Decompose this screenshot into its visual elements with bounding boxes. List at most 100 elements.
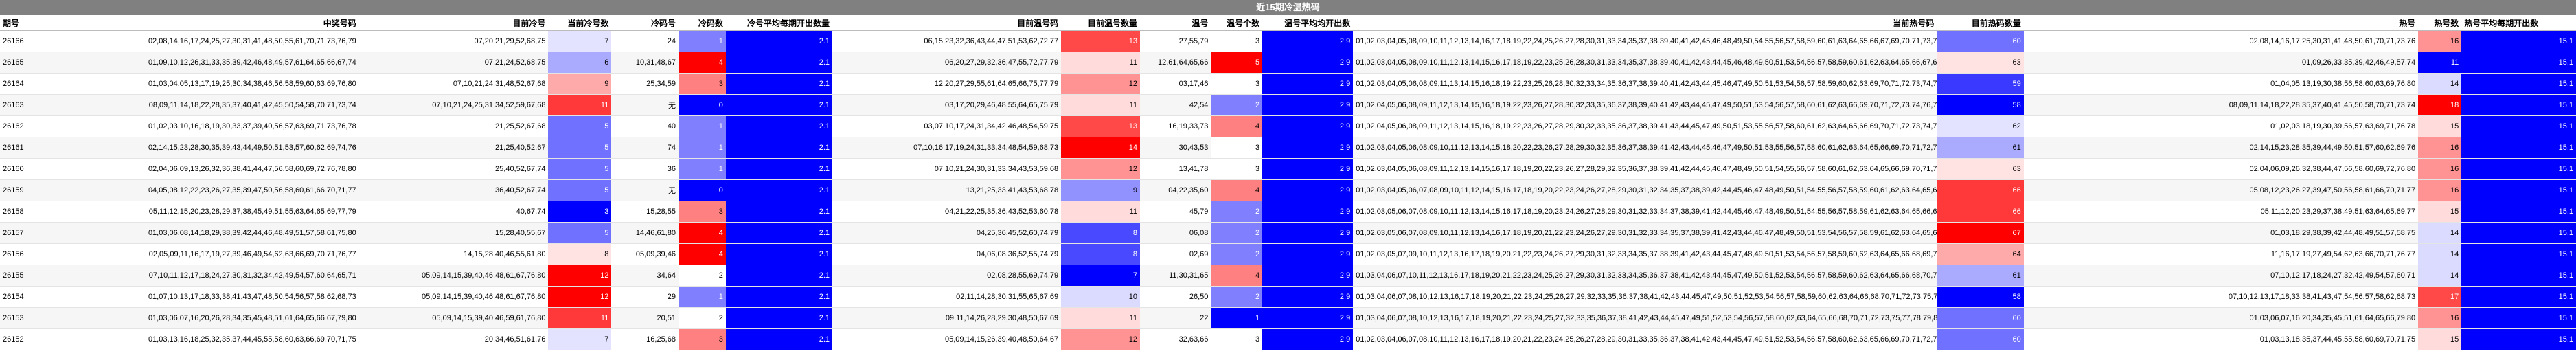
header-hot-count[interactable]: 目前热码数量: [1937, 15, 2024, 31]
cold-numbers-cell: 无: [611, 179, 679, 201]
current-cold-cell: 21,25,40,52,67: [358, 137, 549, 159]
warm-nums-cell: 1: [1211, 307, 1263, 329]
table-row[interactable]: 26164 01,03,04,05,13,17,19,25,30,34,38,46…: [0, 73, 2576, 95]
header-current-warm[interactable]: 目前温号码: [832, 15, 1062, 31]
hot-count-cell: 64: [1937, 243, 2024, 265]
cold-numbers-cell: 24: [611, 30, 679, 52]
header-warm-count[interactable]: 目前温号数量: [1061, 15, 1141, 31]
winning-numbers-cell: 02,14,15,23,28,30,35,39,43,44,49,50,51,5…: [39, 137, 359, 159]
winning-numbers-cell: 01,03,06,08,14,18,29,38,39,42,44,46,48,4…: [39, 222, 359, 244]
cold-avg-cell: 2.1: [725, 94, 832, 116]
table-body: 2 6 1 66 02,08,14,16,17,24,25,27,30,31,41,48…: [0, 30, 2576, 350]
winning-numbers-cell: 02,08,14,16,17,24,25,27,30,31,41,48,50,5…: [39, 30, 359, 52]
hot-count-cell: 59: [1937, 73, 2024, 95]
header-period[interactable]: 期号: [0, 15, 40, 31]
cold-nums-cell: 4: [678, 243, 726, 265]
current-hot-cell: 01,02,03,04,05,06,08,09,11,13,14,15,16,1…: [1353, 73, 1937, 95]
hot-count-cell: 66: [1937, 201, 2024, 223]
cold-count-cell: 7: [548, 30, 612, 52]
period-cell: 26159: [0, 179, 40, 201]
table-title: 近15期冷温热码: [0, 0, 2576, 15]
cold-count-cell: 5: [548, 158, 612, 180]
current-cold-cell: 05,09,14,15,39,40,46,59,61,76,80: [358, 307, 549, 329]
cold-count-cell: 6: [548, 52, 612, 74]
hot-avg-cell: 15.1: [2461, 73, 2576, 95]
current-cold-cell: 25,40,52,67,74: [358, 158, 549, 180]
warm-count-cell: 11: [1061, 201, 1141, 223]
hot-avg-cell: 15.1: [2461, 222, 2576, 244]
hot-avg-cell: 15.1: [2461, 115, 2576, 137]
current-cold-cell: 40,67,74: [358, 201, 549, 223]
current-hot-cell: 01,03,04,06,07,10,11,12,13,16,17,18,19,2…: [1353, 265, 1937, 287]
hot-nums-cell: 17: [2418, 286, 2462, 308]
hot-avg-cell: 15.1: [2461, 158, 2576, 180]
header-cold-nums[interactable]: 冷码数: [678, 15, 726, 31]
header-cold-numbers[interactable]: 冷码号: [611, 15, 679, 31]
hot-avg-cell: 15.1: [2461, 328, 2576, 350]
table-row[interactable]: 26157 01,03,06,08,14,18,29,38,39,42,44,46…: [0, 222, 2576, 244]
table-row[interactable]: 26166 02,08,14,16,17,24,25,27,30,31,41,48…: [0, 30, 2576, 52]
header-warm-nums[interactable]: 温号个数: [1211, 15, 1263, 31]
current-warm-cell: 09,11,14,26,28,29,30,48,50,67,69: [832, 307, 1062, 329]
header-cold-avg[interactable]: 冷号平均每期开出数量: [725, 15, 832, 31]
header-hot-numbers[interactable]: 热号: [2023, 15, 2419, 31]
header-hot-nums[interactable]: 热号数: [2418, 15, 2462, 31]
header-current-cold[interactable]: 目前冷号: [358, 15, 549, 31]
period-cell: 26158: [0, 201, 40, 223]
cold-count-cell: 8: [548, 243, 612, 265]
warm-nums-cell: 2: [1211, 243, 1263, 265]
cold-nums-cell: 3: [678, 328, 726, 350]
table-row[interactable]: 26152 01,03,13,16,18,25,32,35,37,44,45,55…: [0, 328, 2576, 350]
warm-avg-cell: 2.9: [1262, 30, 1354, 52]
hot-nums-cell: 11: [2418, 52, 2462, 74]
warm-nums-cell: 3: [1211, 328, 1263, 350]
table-row[interactable]: 26155 07,10,11,12,17,18,24,27,30,31,32,34…: [0, 265, 2576, 287]
header-current-hot[interactable]: 当前热号码: [1353, 15, 1937, 31]
table-row[interactable]: 26158 05,11,12,15,20,23,28,29,37,38,45,49…: [0, 201, 2576, 223]
warm-count-cell: 10: [1061, 286, 1141, 308]
table-row[interactable]: 26162 01,02,03,10,16,18,19,30,33,37,39,40…: [0, 115, 2576, 137]
cold-count-cell: 5: [548, 179, 612, 201]
hot-nums-cell: 14: [2418, 265, 2462, 287]
cold-avg-cell: 2.1: [725, 30, 832, 52]
cold-count-cell: 12: [548, 286, 612, 308]
table-row[interactable]: 26154 01,07,10,13,17,18,33,38,41,43,47,48…: [0, 286, 2576, 308]
cold-numbers-cell: 20,51: [611, 307, 679, 329]
hot-avg-cell: 15.1: [2461, 243, 2576, 265]
cold-nums-cell: 1: [678, 286, 726, 308]
hot-numbers-cell: 01,02,03,18,19,30,39,56,57,63,69,71,76,7…: [2023, 115, 2419, 137]
hot-nums-cell: 15: [2418, 201, 2462, 223]
table-row[interactable]: 26160 02,04,06,09,13,26,32,36,38,41,44,47…: [0, 158, 2576, 180]
header-cold-count[interactable]: 当前冷号数: [548, 15, 612, 31]
current-warm-cell: 13,21,25,33,41,43,53,68,78: [832, 179, 1062, 201]
warm-numbers-cell: 13,41,78: [1140, 158, 1211, 180]
warm-numbers-cell: 16,19,33,73: [1140, 115, 1211, 137]
hot-count-cell: 66: [1937, 179, 2024, 201]
period-cell: 26165: [0, 52, 40, 74]
cold-avg-cell: 2.1: [725, 201, 832, 223]
current-cold-cell: 36,40,52,67,74: [358, 179, 549, 201]
warm-avg-cell: 2.9: [1262, 179, 1354, 201]
header-warm-numbers[interactable]: 温号: [1140, 15, 1211, 31]
cold-avg-cell: 2.1: [725, 286, 832, 308]
header-hot-avg[interactable]: 热号平均每期开出数: [2461, 15, 2576, 31]
warm-numbers-cell: 30,43,53: [1140, 137, 1211, 159]
warm-avg-cell: 2.9: [1262, 243, 1354, 265]
table-row[interactable]: 26165 01,09,10,12,26,31,33,35,39,42,46,48…: [0, 52, 2576, 74]
table-row[interactable]: 26161 02,14,15,23,28,30,35,39,43,44,49,50…: [0, 137, 2576, 159]
winning-numbers-cell: 01,02,03,10,16,18,19,30,33,37,39,40,56,5…: [39, 115, 359, 137]
current-warm-cell: 12,20,27,29,55,61,64,65,66,75,77,79: [832, 73, 1062, 95]
warm-count-cell: 14: [1061, 137, 1141, 159]
current-hot-cell: 01,02,03,04,05,06,08,09,11,12,13,14,15,1…: [1353, 158, 1937, 180]
table-row[interactable]: 26163 08,09,11,14,18,22,28,35,37,40,41,42…: [0, 94, 2576, 116]
table-row[interactable]: 26153 01,03,06,07,16,20,26,28,34,35,45,48…: [0, 307, 2576, 329]
header-winning-numbers[interactable]: 中奖号码: [39, 15, 359, 31]
header-warm-avg[interactable]: 温号平均均开出数: [1262, 15, 1354, 31]
cold-nums-cell: 1: [678, 158, 726, 180]
table-row[interactable]: 26156 02,05,09,11,16,17,19,27,39,46,49,54…: [0, 243, 2576, 265]
warm-count-cell: 11: [1061, 94, 1141, 116]
table-row[interactable]: 26159 04,05,08,12,22,23,26,27,35,39,47,50…: [0, 179, 2576, 201]
winning-numbers-cell: 01,07,10,13,17,18,33,38,41,43,47,48,50,5…: [39, 286, 359, 308]
warm-nums-cell: 4: [1211, 179, 1263, 201]
warm-nums-cell: 4: [1211, 265, 1263, 287]
